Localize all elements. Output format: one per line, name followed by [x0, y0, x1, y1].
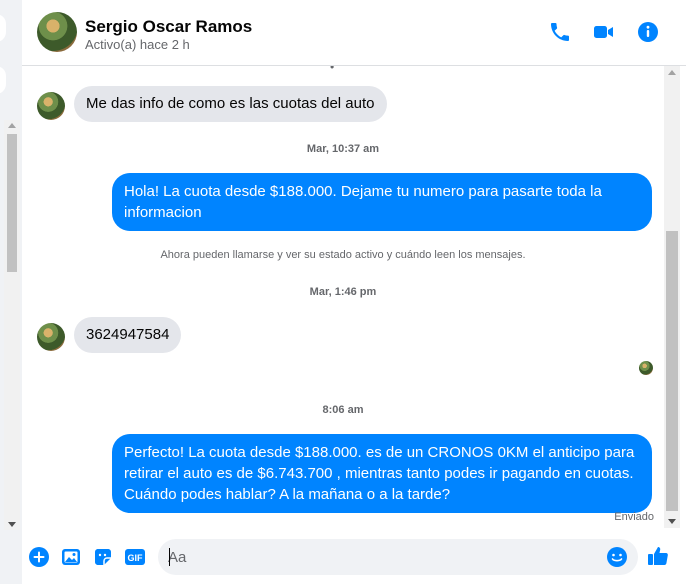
contact-avatar[interactable] — [37, 12, 77, 52]
message-outgoing[interactable]: Hola! La cuota desde $188.000. Dejame tu… — [112, 173, 652, 231]
left-panel-edge — [0, 0, 22, 584]
conversation-header: Sergio Oscar Ramos Activo(a) hace 2 h — [22, 0, 686, 66]
message-outgoing[interactable]: Perfecto! La cuota desde $188.000. es de… — [112, 434, 652, 513]
text-caret — [169, 548, 170, 566]
scroll-down-arrow-icon[interactable] — [8, 522, 16, 527]
contact-avatar-small[interactable] — [37, 323, 65, 351]
message-incoming[interactable]: Me das info de como es las cuotas del au… — [74, 86, 387, 122]
contact-name[interactable]: Sergio Oscar Ramos — [85, 17, 252, 37]
gif-label: GIF — [128, 553, 144, 563]
system-notice: Ahora pueden llamarse y ver su estado ac… — [160, 249, 526, 261]
contact-status: Activo(a) hace 2 h — [85, 37, 190, 52]
message-composer: GIF — [22, 532, 692, 584]
chat-list-item-edge[interactable] — [0, 14, 6, 42]
message-list[interactable]: • Me das info de como es las cuotas del … — [22, 66, 664, 528]
delivery-status: Enviado — [614, 511, 654, 523]
info-icon[interactable] — [636, 20, 660, 44]
message-timestamp: Mar, 1:46 pm — [309, 286, 377, 298]
scrollbar-thumb[interactable] — [7, 134, 17, 272]
scroll-indicator-dot: • — [330, 66, 335, 74]
message-timestamp: Mar, 10:37 am — [306, 143, 380, 155]
message-input-wrapper — [158, 539, 638, 575]
message-incoming[interactable]: 3624947584 — [74, 317, 182, 353]
sticker-icon[interactable] — [92, 546, 114, 568]
message-scrollbar[interactable] — [664, 66, 680, 528]
video-icon[interactable] — [592, 20, 616, 44]
scrollbar-thumb[interactable] — [666, 231, 678, 511]
emoji-icon[interactable] — [606, 546, 628, 568]
left-scrollbar[interactable] — [4, 120, 20, 530]
scroll-up-arrow-icon[interactable] — [8, 123, 16, 128]
scroll-down-arrow-icon[interactable] — [668, 519, 676, 524]
phone-icon[interactable] — [548, 20, 572, 44]
contact-avatar-small[interactable] — [37, 92, 65, 120]
plus-icon[interactable] — [28, 546, 50, 568]
photo-icon[interactable] — [60, 546, 82, 568]
message-input[interactable] — [168, 539, 598, 575]
scroll-up-arrow-icon[interactable] — [668, 70, 676, 75]
thumbs-up-icon[interactable] — [646, 544, 670, 568]
read-receipt-avatar — [639, 361, 653, 375]
message-timestamp: 8:06 am — [322, 404, 364, 416]
chat-list-item-edge[interactable] — [0, 66, 6, 94]
gif-icon[interactable]: GIF — [124, 546, 146, 568]
